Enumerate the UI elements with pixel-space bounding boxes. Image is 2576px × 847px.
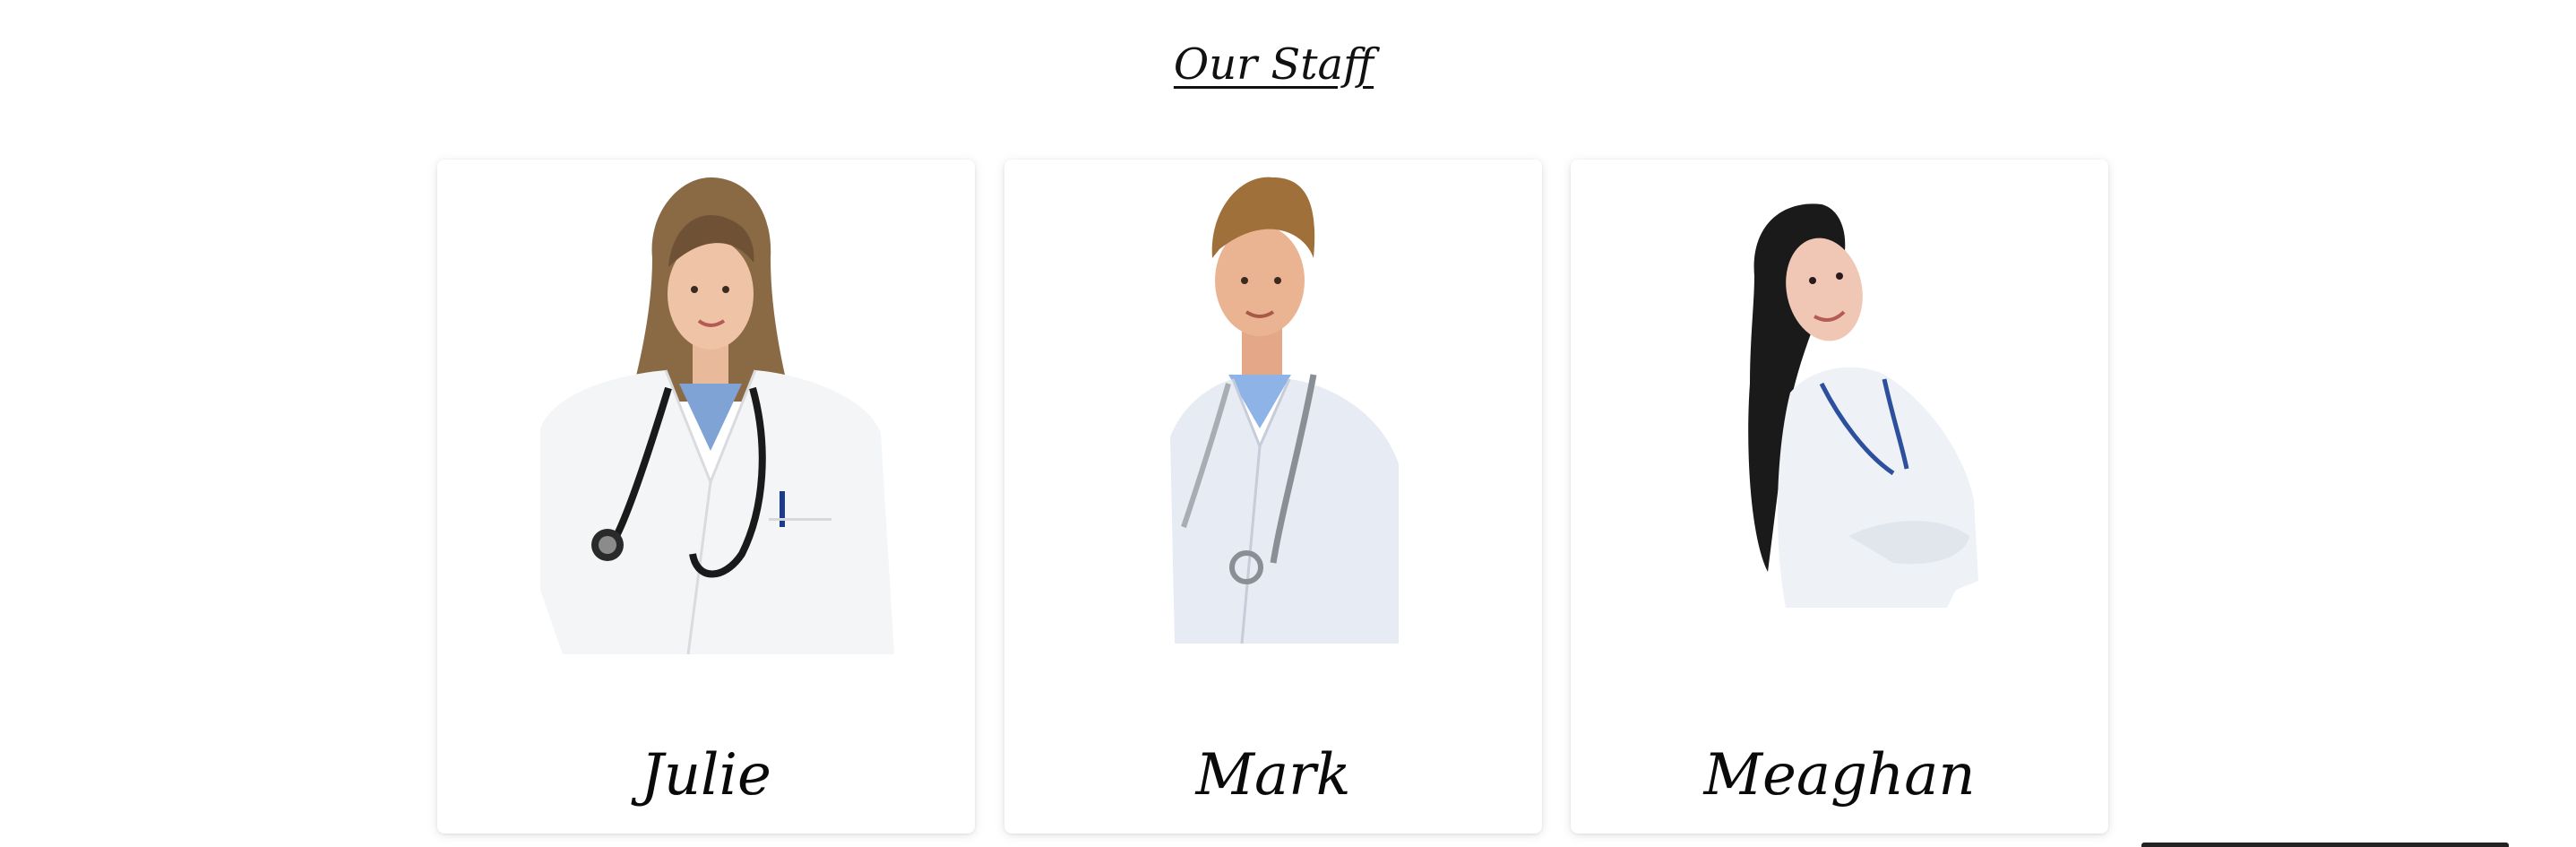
staff-card-meaghan: Meaghan bbox=[1571, 160, 2108, 834]
staff-name-meaghan: Meaghan bbox=[1703, 742, 1976, 808]
staff-name-julie: Julie bbox=[641, 742, 771, 808]
staff-card-mark: Mark bbox=[1004, 160, 1542, 834]
staff-name-mark: Mark bbox=[1195, 742, 1351, 808]
page-title: Our Staff bbox=[1173, 39, 1374, 90]
scroll-indicator[interactable] bbox=[2141, 843, 2509, 847]
staff-photo-julie bbox=[437, 160, 975, 679]
staff-card-julie: Julie bbox=[437, 160, 975, 834]
staff-photo-meaghan bbox=[1571, 160, 2108, 679]
staff-photo-mark bbox=[1004, 160, 1542, 679]
